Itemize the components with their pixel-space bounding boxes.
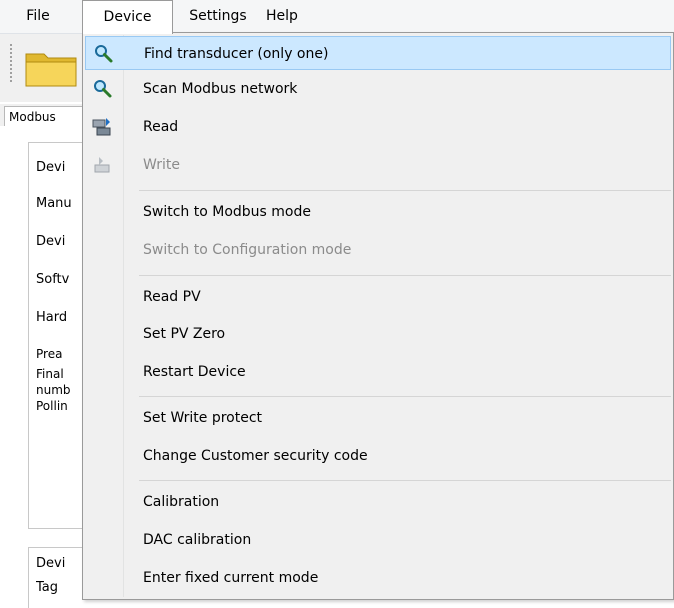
menu-separator (139, 396, 671, 397)
field-label: Hard (36, 310, 68, 325)
read-device-icon (91, 116, 113, 138)
menu-bar: File Device Settings Help (0, 0, 674, 34)
menu-item-label: Scan Modbus network (143, 81, 298, 97)
menu-separator (139, 275, 671, 276)
tab-modbus[interactable]: Modbus (4, 106, 84, 126)
tag-label: Tag (36, 580, 59, 595)
field-label: Prea (36, 348, 63, 361)
menu-item-label: Enter fixed current mode (143, 570, 319, 586)
menu-item-label: Switch to Modbus mode (143, 204, 311, 220)
menu-item-set-pv-zero[interactable]: Set PV Zero (85, 317, 671, 351)
field-label: Final (36, 368, 64, 381)
menu-item-read-pv[interactable]: Read PV (85, 280, 671, 314)
menu-settings[interactable]: Settings (186, 0, 250, 33)
menu-separator (139, 480, 671, 481)
field-label: Softv (36, 272, 70, 287)
menu-item-label: Change Customer security code (143, 448, 368, 464)
magnifier-icon (92, 43, 114, 65)
menu-item-set-write-protect[interactable]: Set Write protect (85, 401, 671, 435)
menu-item-label: Calibration (143, 494, 220, 510)
menu-item-read[interactable]: Read (85, 110, 671, 144)
menu-item-dac-calibration[interactable]: DAC calibration (85, 523, 671, 557)
menu-device[interactable]: Device (82, 0, 173, 34)
menu-item-label: Find transducer (only one) (144, 46, 329, 62)
menu-item-find-transducer[interactable]: Find transducer (only one) (85, 36, 671, 70)
field-label: numb (36, 384, 71, 397)
device-menu-dropdown: Find transducer (only one) Scan Modbus n… (82, 32, 674, 600)
menu-item-label: Set PV Zero (143, 326, 226, 342)
open-folder-icon[interactable] (24, 46, 80, 90)
menu-item-calibration[interactable]: Calibration (85, 485, 671, 519)
menu-item-switch-modbus[interactable]: Switch to Modbus mode (85, 195, 671, 229)
group-title-device: Devi (36, 556, 66, 571)
write-device-icon (91, 154, 113, 176)
menu-item-label: Switch to Configuration mode (143, 242, 352, 258)
menu-item-scan-modbus[interactable]: Scan Modbus network (85, 72, 671, 106)
menu-item-restart-device[interactable]: Restart Device (85, 355, 671, 389)
field-label: Manu (36, 196, 72, 211)
menu-help[interactable]: Help (258, 0, 306, 33)
menu-item-label: Set Write protect (143, 410, 263, 426)
field-label: Devi (36, 234, 66, 249)
menu-item-fixed-current-mode[interactable]: Enter fixed current mode (85, 561, 671, 595)
menu-item-label: Read PV (143, 289, 201, 305)
menu-file[interactable]: File (18, 0, 58, 33)
field-label: Pollin (36, 400, 68, 413)
menu-item-switch-configuration[interactable]: Switch to Configuration mode (85, 233, 671, 267)
toolbar-grip[interactable] (10, 44, 12, 84)
menu-item-label: Restart Device (143, 364, 246, 380)
menu-item-label: DAC calibration (143, 532, 252, 548)
menu-separator (139, 190, 671, 191)
magnifier-icon (91, 78, 113, 100)
menu-item-label: Read (143, 119, 179, 135)
menu-item-label: Write (143, 157, 180, 173)
menu-item-write[interactable]: Write (85, 148, 671, 182)
group-title-device: Devi (36, 160, 66, 175)
menu-item-change-security-code[interactable]: Change Customer security code (85, 439, 671, 473)
